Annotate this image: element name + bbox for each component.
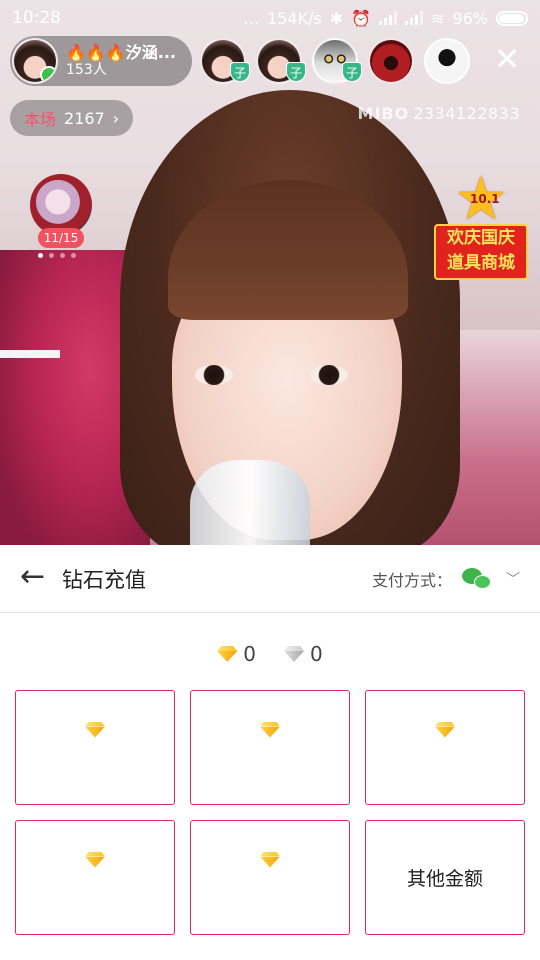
viewer-avatar[interactable]: 子 <box>200 38 250 84</box>
viewer-avatar[interactable]: 子 <box>256 38 306 84</box>
signal-icon <box>405 11 424 25</box>
battery-percent: 96% <box>452 8 488 28</box>
rank-avatar[interactable]: 11/15 <box>30 174 92 248</box>
balance-row: 0 0 <box>0 613 540 695</box>
recharge-option[interactable] <box>190 820 350 935</box>
host-viewer-count: 153人 <box>66 62 107 79</box>
panel-title: 钻石充值 <box>62 567 146 592</box>
notification-dots: ... <box>243 8 259 28</box>
viewer-avatar[interactable] <box>368 38 414 84</box>
gold-diamond-icon <box>217 646 237 662</box>
rank-page-indicator: 11/15 <box>38 228 84 248</box>
host-avatar[interactable] <box>12 38 58 84</box>
promo-line-1: 欢庆国庆 <box>447 228 515 248</box>
host-card[interactable]: 🔥🔥🔥汐涵... 153人 <box>10 36 192 86</box>
room-number: 2334122833 <box>413 104 520 123</box>
promo-date: 10.1 <box>470 192 500 206</box>
network-speed: 154K/s <box>266 8 322 28</box>
diamond-icon <box>435 722 455 738</box>
room-id: MIBO 2334122833 <box>358 104 520 123</box>
close-icon[interactable]: ✕ <box>492 43 522 75</box>
score-value: 2167 <box>64 108 105 128</box>
carousel-dots <box>38 253 76 258</box>
alarm-icon: ⏰ <box>351 8 372 28</box>
background-shelf <box>0 350 60 358</box>
diamond-icon <box>85 722 105 738</box>
recharge-option[interactable] <box>365 690 525 805</box>
signal-icon <box>379 11 398 25</box>
diamond-icon <box>260 722 280 738</box>
viewer-list: 子 子 子 <box>200 38 470 84</box>
recharge-option[interactable] <box>15 690 175 805</box>
recharge-panel: ← 钻石充值 支付方式： ﹀ 0 0 其他金额 <box>0 545 540 960</box>
streamer-eye-left <box>195 365 233 385</box>
guard-badge: 子 <box>286 62 306 82</box>
recharge-option[interactable] <box>15 820 175 935</box>
wifi-icon: ≋ <box>431 8 445 28</box>
streamer-eye-right <box>310 365 348 385</box>
wechat-pay-icon[interactable] <box>462 566 492 592</box>
bluetooth-icon: ✱ <box>329 8 344 28</box>
score-pill[interactable]: 本场 2167 › <box>10 100 134 136</box>
promo-banner[interactable]: ★ 10.1 欢庆国庆 道具商城 <box>434 169 528 282</box>
silver-diamond-balance: 0 <box>310 642 323 666</box>
viewer-avatar[interactable]: 子 <box>312 38 362 84</box>
brand-watermark: MIBO <box>357 104 410 123</box>
other-amount-button[interactable]: 其他金额 <box>365 820 525 935</box>
payment-method-label: 支付方式： <box>371 570 452 590</box>
guard-badge: 子 <box>230 62 250 82</box>
water-bottle <box>190 460 310 545</box>
diamond-icon <box>85 852 105 868</box>
host-name: 🔥🔥🔥汐涵... <box>66 43 177 62</box>
chevron-down-icon[interactable]: ﹀ <box>506 569 520 589</box>
back-arrow-icon[interactable]: ← <box>20 561 54 596</box>
battery-icon <box>496 10 528 26</box>
other-amount-label: 其他金额 <box>406 868 483 890</box>
promo-line-2: 道具商城 <box>447 253 515 273</box>
silver-diamond-icon <box>284 646 304 662</box>
recharge-option[interactable] <box>190 690 350 805</box>
panel-header: ← 钻石充值 支付方式： ﹀ <box>0 545 540 613</box>
score-label: 本场 <box>24 110 57 129</box>
status-bar: 10:28 ... 154K/s ✱ ⏰ ≋ 96% <box>0 0 540 36</box>
recharge-options: 其他金额 <box>15 690 525 935</box>
diamond-icon <box>260 852 280 868</box>
gold-diamond-balance: 0 <box>243 642 256 666</box>
wechat-badge-icon <box>40 66 56 82</box>
clock: 10:28 <box>12 8 61 28</box>
viewer-avatar[interactable] <box>424 38 470 84</box>
guard-badge: 子 <box>342 62 362 82</box>
chevron-right-icon: › <box>112 108 120 128</box>
promo-label: 欢庆国庆 道具商城 <box>434 224 528 280</box>
